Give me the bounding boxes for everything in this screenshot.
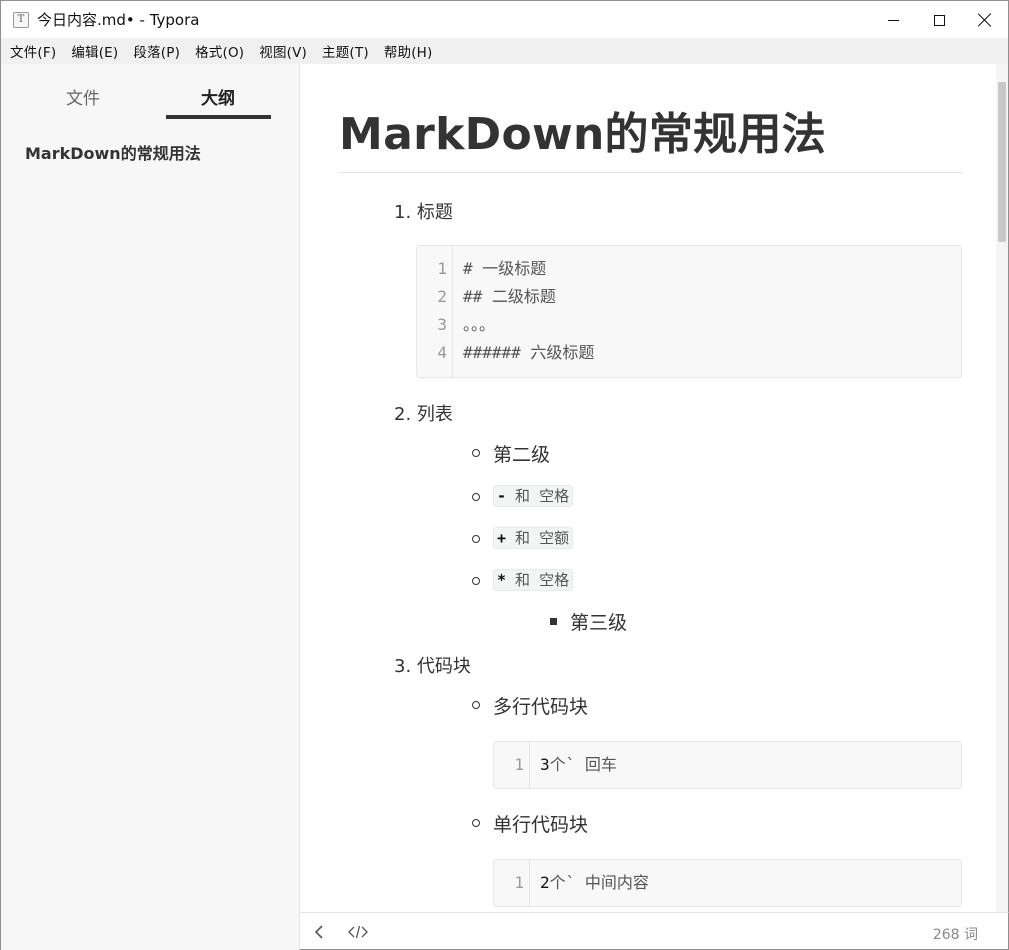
inline-code-symbol: +: [497, 529, 507, 547]
code-text: 3个` 回车: [540, 751, 617, 779]
tab-outline[interactable]: 大纲: [201, 84, 235, 109]
code-text: ###### 六级标题: [463, 343, 595, 362]
toggle-sidebar-button[interactable]: [310, 923, 328, 941]
title-bar: T 今日内容.md• - Typora: [0, 0, 1009, 38]
inline-code: * 和 空格: [493, 569, 574, 591]
code-line: 1 # 一级标题: [417, 255, 961, 283]
list-item-text: 单行代码块: [493, 814, 589, 836]
inline-code-symbol: -: [497, 487, 507, 505]
word-count[interactable]: 268 词: [933, 924, 978, 944]
code-line: 2 ## 二级标题: [417, 283, 961, 311]
list-item: 单行代码块: [472, 810, 589, 837]
line-number: 4: [437, 343, 447, 362]
code-text: # 一级标题: [463, 259, 547, 278]
maximize-icon: [933, 14, 945, 26]
bullet-circle-icon: [472, 535, 480, 543]
inline-code-text: 和 空格: [506, 571, 570, 589]
close-icon: [978, 13, 992, 27]
code-line: 4 ###### 六级标题: [417, 339, 961, 367]
code-rest: 个` 回车: [549, 755, 617, 774]
bullet-circle-icon: [472, 819, 480, 827]
code-block-headings[interactable]: 1 # 一级标题 2 ## 二级标题 3 。。。 4 ###### 六级标题: [416, 245, 962, 378]
list-item: + 和 空额: [472, 526, 574, 549]
menu-edit[interactable]: 编辑(E): [64, 41, 126, 61]
bullet-circle-icon: [472, 577, 480, 585]
ordered-item-lists: 2. 列表: [394, 404, 453, 425]
sidebar: 文件 大纲 MarkDown的常规用法: [0, 64, 300, 950]
list-item: 第三级: [550, 608, 628, 635]
inline-code: + 和 空额: [493, 527, 574, 549]
window-title: 今日内容.md• - Typora: [37, 11, 200, 29]
line-number: 1: [514, 873, 524, 892]
menu-theme[interactable]: 主题(T): [315, 41, 377, 61]
document-title: MarkDown的常规用法: [339, 109, 827, 160]
code-icon: [348, 925, 368, 939]
list-item-text: 多行代码块: [493, 696, 589, 718]
ordered-item-code-blocks: 3. 代码块: [394, 656, 471, 677]
chevron-left-icon: [314, 925, 323, 939]
inline-code-text: 和 空额: [506, 529, 570, 547]
scrollbar-thumb[interactable]: [998, 82, 1006, 242]
source-mode-button[interactable]: [347, 923, 369, 941]
code-number: 3: [540, 755, 550, 774]
menu-bar: 文件(F) 编辑(E) 段落(P) 格式(O) 视图(V) 主题(T) 帮助(H…: [0, 38, 1009, 64]
bullet-circle-icon: [472, 493, 480, 501]
list-item: * 和 空格: [472, 568, 574, 591]
line-number: 1: [514, 755, 524, 774]
code-line: 1 2个` 中间内容: [494, 869, 961, 897]
code-line: 3 。。。: [417, 311, 961, 339]
vertical-scrollbar[interactable]: [996, 64, 1008, 912]
bullet-circle-icon: [472, 701, 480, 709]
active-tab-indicator: [166, 115, 271, 119]
line-number: 1: [437, 259, 447, 278]
list-item: 第二级: [472, 440, 551, 467]
minimize-icon: [887, 19, 899, 21]
inline-code-symbol: *: [497, 571, 507, 589]
minimize-button[interactable]: [870, 1, 916, 39]
code-block-singleline[interactable]: 1 2个` 中间内容: [493, 859, 962, 907]
outline-item-heading[interactable]: MarkDown的常规用法: [25, 140, 201, 164]
list-item: 多行代码块: [472, 692, 589, 719]
title-divider: [339, 172, 963, 173]
code-number: 2: [540, 873, 550, 892]
list-item-text: 第三级: [570, 612, 628, 634]
code-rest: 个` 中间内容: [549, 873, 649, 892]
tab-files[interactable]: 文件: [66, 84, 100, 109]
sidebar-tabs: 文件 大纲: [1, 64, 299, 120]
menu-file[interactable]: 文件(F): [3, 41, 64, 61]
menu-view[interactable]: 视图(V): [252, 41, 315, 61]
window-controls: [870, 1, 1008, 39]
line-number: 3: [437, 315, 447, 334]
code-block-multiline[interactable]: 1 3个` 回车: [493, 741, 962, 789]
code-text: 2个` 中间内容: [540, 869, 649, 897]
maximize-button[interactable]: [916, 1, 962, 39]
list-item: - 和 空格: [472, 484, 574, 507]
list-item-text: 第二级: [493, 444, 551, 466]
typora-app-icon: T: [13, 11, 29, 28]
bullet-circle-icon: [472, 449, 480, 457]
code-line: 1 3个` 回车: [494, 751, 961, 779]
menu-format[interactable]: 格式(O): [188, 41, 252, 61]
status-bar: 268 词: [300, 912, 1009, 950]
inline-code-text: 和 空格: [506, 487, 570, 505]
menu-paragraph[interactable]: 段落(P): [126, 41, 188, 61]
close-button[interactable]: [962, 1, 1008, 39]
inline-code: - 和 空格: [493, 485, 574, 507]
code-text: ## 二级标题: [463, 287, 556, 306]
code-text: 。。。: [463, 315, 496, 334]
editor-area[interactable]: MarkDown的常规用法 1. 标题 1 # 一级标题 2 ## 二级标题 3…: [300, 64, 1009, 912]
bullet-square-icon: [550, 618, 557, 625]
line-number: 2: [437, 287, 447, 306]
menu-help[interactable]: 帮助(H): [377, 41, 441, 61]
ordered-item-headings: 1. 标题: [394, 202, 453, 223]
